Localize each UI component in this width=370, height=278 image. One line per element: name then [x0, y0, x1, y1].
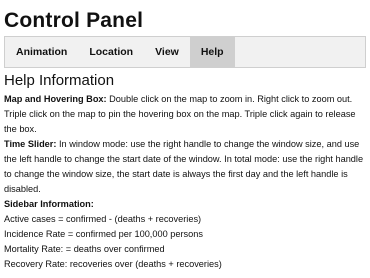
map-box-paragraph: Map and Hovering Box: Double click on th… — [4, 92, 366, 137]
sidebar-info-line: Active cases = confirmed - (deaths + rec… — [4, 214, 202, 224]
sidebar-info-line: Incidence Rate = confirmed per 100,000 p… — [4, 229, 203, 239]
time-slider-text: In window mode: use the right handle to … — [4, 139, 364, 194]
sidebar-info-line: Mortality Rate: = deaths over confirmed — [4, 244, 165, 254]
help-content: Map and Hovering Box: Double click on th… — [4, 92, 366, 272]
tab-view[interactable]: View — [144, 37, 190, 67]
tab-bar: Animation Location View Help — [4, 36, 366, 68]
control-panel: Control Panel Animation Location View He… — [4, 0, 366, 272]
tab-help[interactable]: Help — [189, 37, 235, 67]
time-slider-label: Time Slider: — [4, 139, 57, 149]
tab-location[interactable]: Location — [78, 37, 144, 67]
page-title: Control Panel — [4, 9, 144, 32]
sidebar-info-label: Sidebar Information: — [4, 199, 94, 209]
tab-animation[interactable]: Animation — [5, 37, 78, 67]
help-heading: Help Information — [4, 72, 115, 89]
time-slider-paragraph: Time Slider: In window mode: use the rig… — [4, 137, 366, 197]
sidebar-info-line: Recovery Rate: recoveries over (deaths +… — [4, 259, 222, 269]
map-box-label: Map and Hovering Box: — [4, 94, 107, 104]
